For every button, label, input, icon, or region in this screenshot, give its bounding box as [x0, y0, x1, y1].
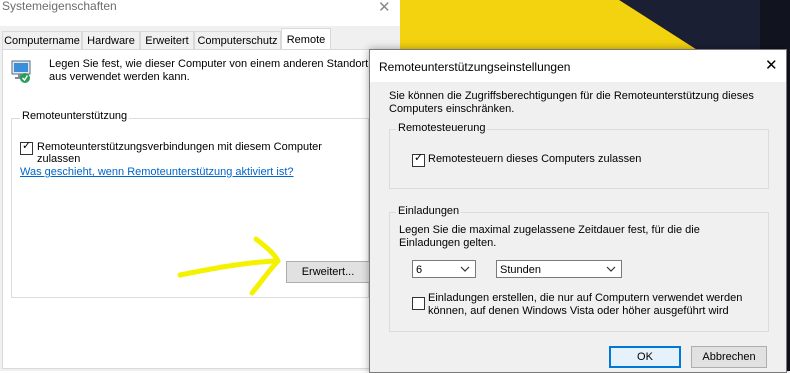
remote-control-legend: Remotesteuerung	[396, 122, 488, 134]
allow-remote-control-checkbox[interactable]: ✓	[412, 152, 425, 167]
chevron-down-icon	[460, 261, 472, 279]
dialog-description: Sie können die Zugriffsberechtigungen fü…	[389, 90, 754, 115]
tab-remote[interactable]: Remote	[281, 28, 331, 51]
duration-unit: Stunden	[500, 264, 541, 276]
tab-computerschutz[interactable]: Computerschutz	[194, 31, 281, 50]
allow-remote-assistance-label[interactable]: Remoteunterstützungsverbindungen mit die…	[37, 141, 368, 165]
ok-button[interactable]: OK	[609, 346, 681, 368]
title-bar: Systemeigenschaften ✕	[0, 0, 400, 26]
invitations-legend: Einladungen	[396, 205, 462, 217]
remote-computer-icon	[11, 60, 33, 84]
duration-unit-select[interactable]: Stunden	[496, 260, 622, 278]
remote-control-group: Remotesteuerung ✓ Remotesteuern dieses C…	[389, 122, 769, 189]
dialog-title-bar: Remoteunterstützungseinstellungen ✕	[370, 50, 786, 82]
close-icon[interactable]: ✕	[378, 0, 391, 16]
tab-erweitert[interactable]: Erweitert	[140, 31, 194, 50]
window-title: Systemeigenschaften	[2, 0, 117, 13]
chevron-down-icon	[606, 261, 618, 279]
info-text: Legen Sie fest, wie dieser Computer von …	[49, 58, 369, 83]
remote-assistance-settings-dialog: Remoteunterstützungseinstellungen ✕ Sie …	[369, 49, 787, 373]
help-link[interactable]: Was geschieht, wenn Remoteunterstützung …	[20, 166, 294, 178]
dialog-title: Remoteunterstützungseinstellungen	[379, 60, 571, 74]
duration-value-select[interactable]: 6	[412, 260, 476, 278]
dialog-body: Sie können die Zugriffsberechtigungen fü…	[370, 82, 786, 372]
invitations-text: Legen Sie die maximal zugelassene Zeitda…	[399, 224, 700, 249]
vista-only-invitations-checkbox[interactable]	[412, 297, 425, 310]
check-icon: ✓	[414, 152, 424, 164]
invitations-group: Einladungen Legen Sie die maximal zugela…	[389, 205, 769, 332]
cancel-button[interactable]: Abbrechen	[691, 346, 767, 368]
tab-computername[interactable]: Computername	[2, 31, 82, 50]
check-icon: ✓	[22, 140, 32, 152]
vista-only-invitations-label[interactable]: Einladungen erstellen, die nur auf Compu…	[428, 292, 748, 318]
window-body: Computername Hardware Erweitert Computer…	[0, 26, 400, 371]
remote-assistance-legend: Remoteunterstützung	[20, 110, 130, 122]
system-properties-window: Systemeigenschaften ✕ Computername Hardw…	[0, 0, 400, 371]
remote-tab-panel: Legen Sie fest, wie dieser Computer von …	[2, 49, 378, 369]
highlight-arrow-annotation	[177, 236, 281, 296]
allow-remote-control-label[interactable]: Remotesteuern dieses Computers zulassen	[428, 153, 641, 165]
tab-hardware[interactable]: Hardware	[82, 31, 140, 50]
allow-remote-assistance-checkbox[interactable]: ✓	[20, 140, 33, 155]
duration-value: 6	[416, 264, 423, 276]
dialog-close-icon[interactable]: ✕	[765, 56, 778, 74]
